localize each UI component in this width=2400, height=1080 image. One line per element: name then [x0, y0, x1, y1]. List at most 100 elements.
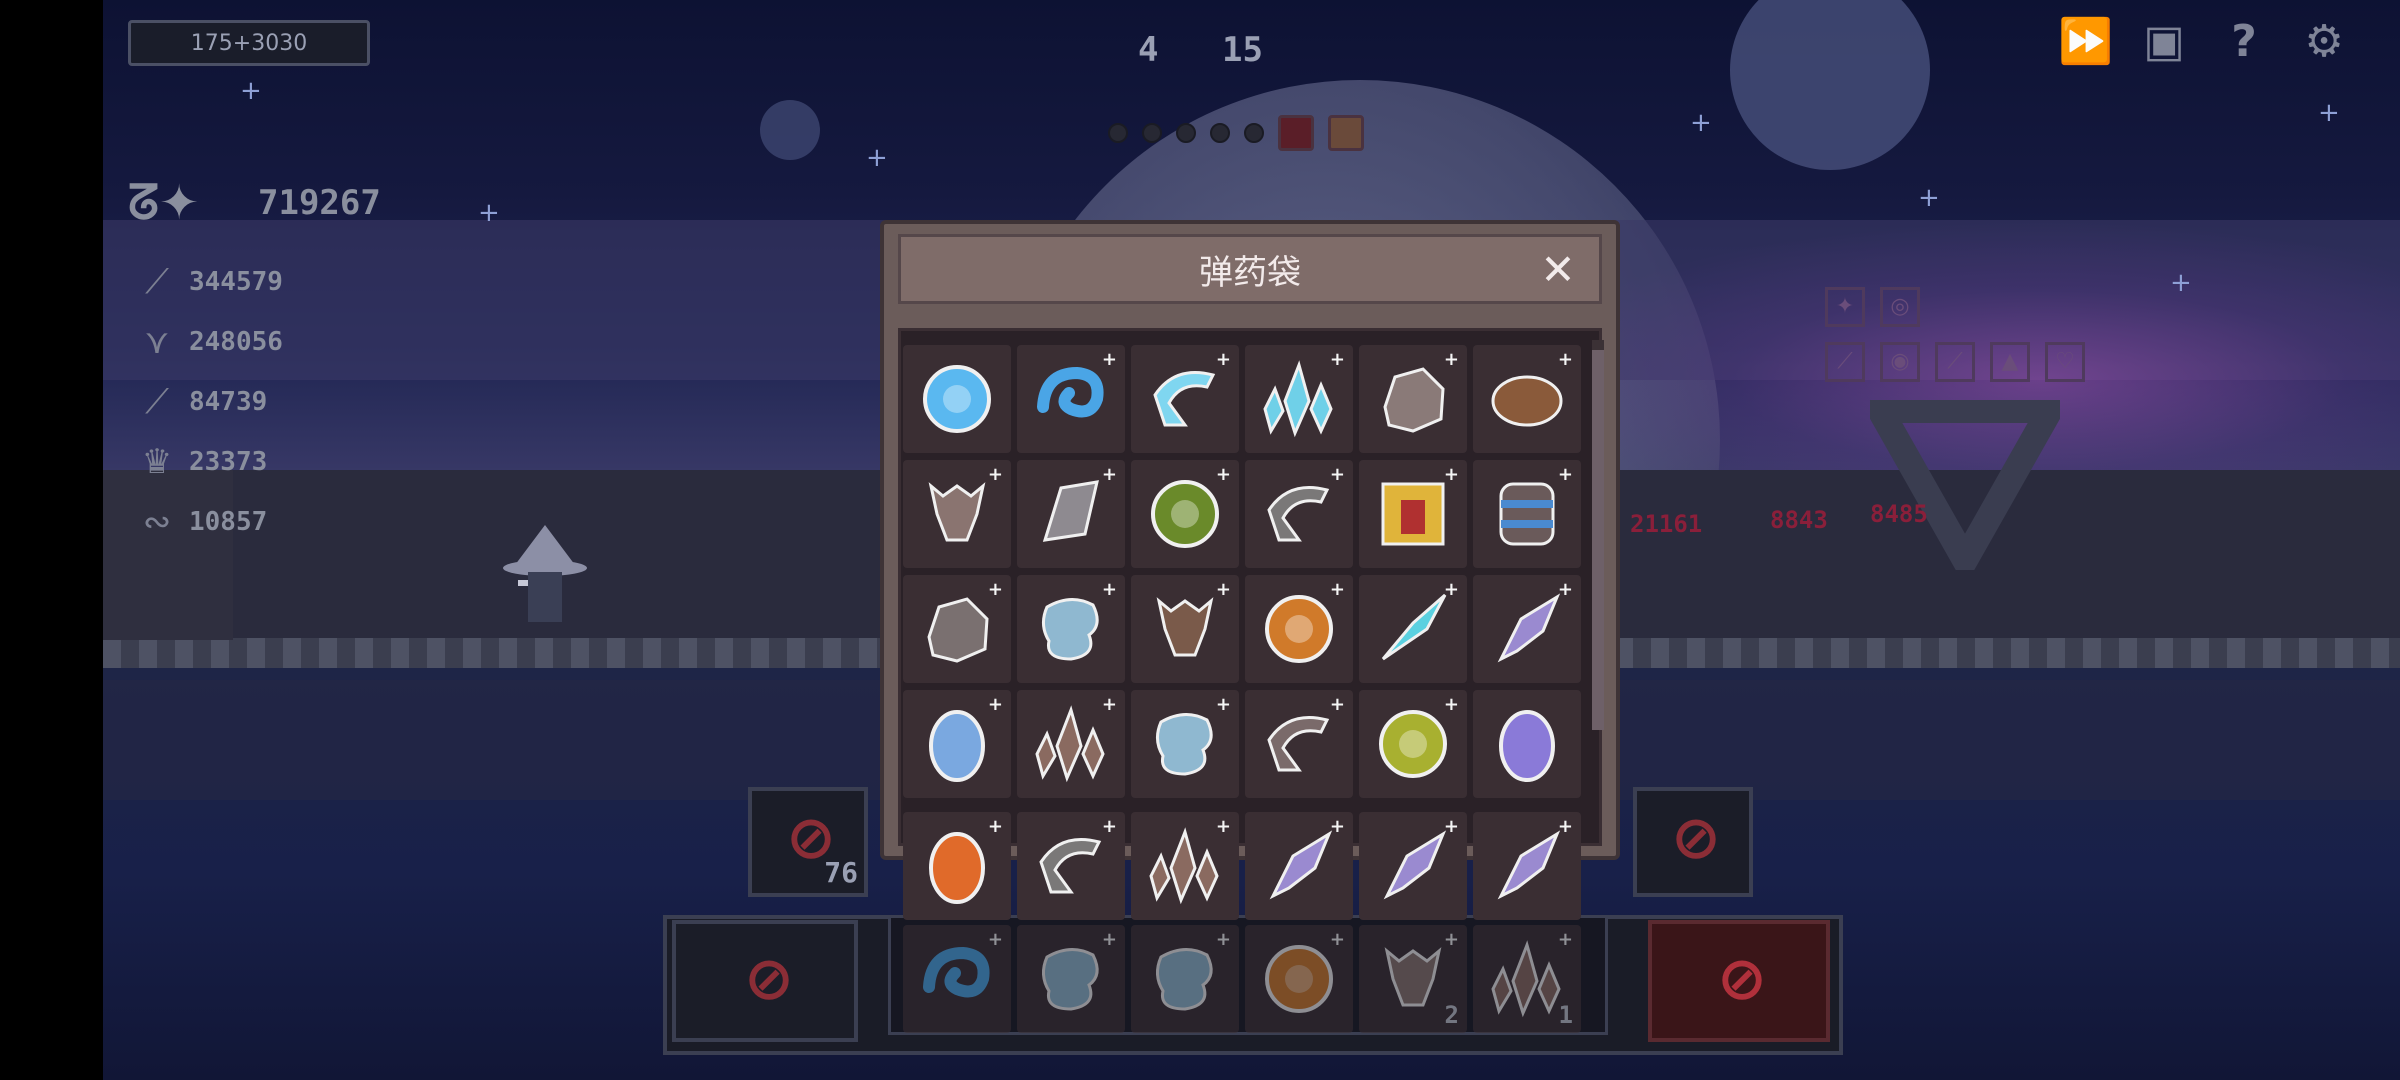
resource-row: ⟋ 84739 [133, 372, 283, 432]
ammo-slot[interactable]: + [903, 925, 1011, 1033]
cyan-crystals-icon [1263, 360, 1333, 438]
ammo-slot[interactable]: + [1017, 460, 1125, 568]
ammo-slot[interactable]: + [1359, 460, 1467, 568]
olive-orb-icon [1379, 710, 1447, 778]
ammo-slot[interactable]: + [1473, 575, 1581, 683]
ammo-slot[interactable] [903, 345, 1011, 453]
blue-swirl-icon [1037, 366, 1104, 418]
cyan-feather-icon [1381, 593, 1447, 661]
buff-icon: ◉ [1880, 342, 1920, 382]
upgrade-plus-icon: + [1329, 464, 1345, 485]
ammo-slot[interactable]: + [1131, 575, 1239, 683]
boss-marker [1328, 115, 1364, 151]
gold-box-icon [1381, 482, 1445, 546]
upgrade-plus-icon: + [1329, 929, 1345, 950]
ice-chunk-icon [1042, 598, 1099, 661]
ammo-slot[interactable]: + [1131, 812, 1239, 920]
brown-claw-icon [1156, 597, 1214, 657]
ammo-slot[interactable]: + [1245, 925, 1353, 1033]
amber-orb-icon [1265, 945, 1333, 1013]
ammo-slot[interactable]: + [1131, 460, 1239, 568]
ammo-slot[interactable]: + [1245, 460, 1353, 568]
brown-crystal-icon [1035, 705, 1105, 783]
ammo-slot[interactable]: + [1245, 690, 1353, 798]
upgrade-plus-icon: + [1557, 816, 1573, 837]
upgrade-plus-icon: + [1101, 929, 1117, 950]
ammo-slot[interactable]: + [1245, 345, 1353, 453]
ammo-slot[interactable]: + [1473, 812, 1581, 920]
wave-dot [1210, 123, 1230, 143]
wave-dot [1142, 123, 1162, 143]
ammo-slot[interactable]: + [1017, 575, 1125, 683]
ice-chunk-icon [1156, 948, 1213, 1011]
ice-chunk-icon [1042, 948, 1099, 1011]
score-logo-icon: ᘔ✦ [128, 175, 200, 231]
ammo-slot[interactable]: + [1473, 345, 1581, 453]
ammo-row: + + + + + [903, 690, 1581, 798]
upgrade-plus-icon: + [1215, 464, 1231, 485]
ammo-slot[interactable]: + [1359, 345, 1467, 453]
stone-pick-icon [1267, 716, 1330, 772]
ammo-quantity: 2 [1444, 1001, 1459, 1029]
ammo-scrollbar[interactable] [1592, 340, 1604, 730]
ammo-slot[interactable]: + [903, 690, 1011, 798]
upgrade-plus-icon: + [1329, 579, 1345, 600]
upgrade-plus-icon: + [1443, 579, 1459, 600]
ability-slot-right[interactable]: ⊘ [1648, 920, 1830, 1042]
upgrade-plus-icon: + [1443, 929, 1459, 950]
buff-icon: ⟋ [1825, 342, 1865, 382]
ammo-slot[interactable]: + [903, 812, 1011, 920]
experience-text: 175+3030 [190, 30, 308, 56]
skill-slot-right[interactable]: ⊘ [1633, 787, 1753, 897]
ammo-slot[interactable]: + [1359, 812, 1467, 920]
ammo-row: + + + + + [903, 345, 1581, 453]
ammo-slot[interactable]: + [1359, 690, 1467, 798]
ammo-slot[interactable]: + [1359, 575, 1467, 683]
experience-bar: 175+3030 [128, 20, 370, 66]
star-icon: + [240, 76, 262, 106]
skill-slot-left[interactable]: ⊘ 76 [748, 787, 868, 897]
ammo-slot[interactable]: +1 [1473, 925, 1581, 1033]
bag-icon[interactable]: ▣ [2138, 16, 2190, 68]
fast-forward-icon[interactable]: ⏩ [2058, 16, 2113, 68]
ammo-slot[interactable]: + [1245, 575, 1353, 683]
settings-icon[interactable]: ⚙ [2298, 16, 2350, 68]
ammo-slot[interactable] [1473, 690, 1581, 798]
wave-dot [1108, 123, 1128, 143]
ammo-slot[interactable]: +2 [1359, 925, 1467, 1033]
ammo-row: + + + + + + [903, 460, 1581, 568]
wave-progress [1108, 115, 1364, 151]
ammo-slot[interactable]: + [903, 575, 1011, 683]
upgrade-plus-icon: + [987, 816, 1003, 837]
ammo-slot[interactable]: + [1131, 690, 1239, 798]
ammo-slot[interactable]: + [1131, 925, 1239, 1033]
ammo-slot[interactable]: + [903, 460, 1011, 568]
close-icon[interactable]: ✕ [1537, 249, 1579, 291]
upgrade-plus-icon: + [1215, 349, 1231, 370]
scroll-thumb[interactable] [1592, 350, 1604, 730]
ammo-slot[interactable]: + [1017, 812, 1125, 920]
ammo-slot[interactable]: + [1017, 925, 1125, 1033]
ammo-slot[interactable]: + [1473, 460, 1581, 568]
upgrade-plus-icon: + [987, 929, 1003, 950]
wave-dot [1244, 123, 1264, 143]
green-orb-icon [1151, 480, 1219, 548]
upgrade-plus-icon: + [1443, 694, 1459, 715]
ammo-slot[interactable]: + [1017, 690, 1125, 798]
blue-orb-icon [923, 365, 991, 433]
skull-horn-icon [928, 482, 986, 542]
upgrade-plus-icon: + [1215, 816, 1231, 837]
buff-icon: ◎ [1880, 287, 1920, 327]
resource-value: 344579 [189, 267, 283, 297]
blue-swirl-icon [923, 946, 990, 998]
help-icon[interactable]: ? [2218, 16, 2270, 68]
upgrade-plus-icon: + [1557, 579, 1573, 600]
ammo-slot[interactable]: + [1131, 345, 1239, 453]
ammo-slot[interactable]: + [1017, 345, 1125, 453]
ammo-slot[interactable]: + [1245, 812, 1353, 920]
upgrade-plus-icon: + [1101, 816, 1117, 837]
upgrade-plus-icon: + [1101, 349, 1117, 370]
star-icon: + [1918, 183, 1940, 213]
purple-fang-icon [1269, 830, 1333, 900]
ability-slot-left[interactable]: ⊘ [672, 920, 858, 1042]
